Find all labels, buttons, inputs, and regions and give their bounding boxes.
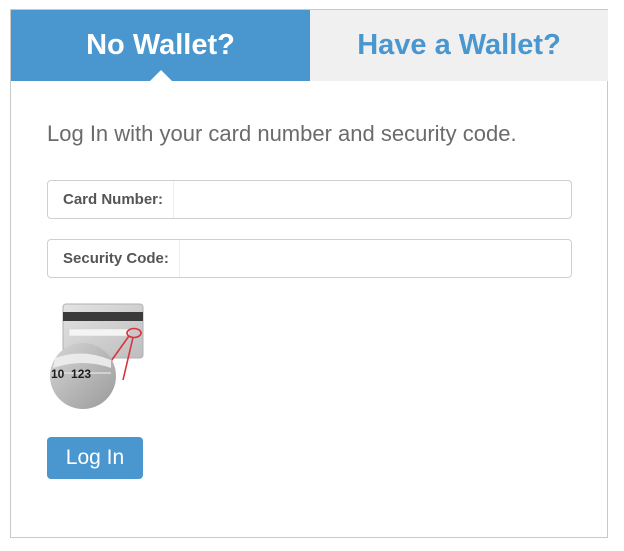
tab-have-wallet-label: Have a Wallet? — [357, 29, 561, 61]
wallet-tabs: No Wallet? Have a Wallet? — [11, 10, 608, 82]
card-number-label: Card Number: — [48, 181, 175, 218]
tab-no-wallet[interactable]: No Wallet? — [11, 10, 310, 82]
login-instructions: Log In with your card number and securit… — [47, 121, 517, 146]
card-number-input[interactable] — [174, 181, 571, 218]
security-code-input[interactable] — [179, 240, 571, 277]
login-panel: No Wallet? Have a Wallet? Log In with yo… — [10, 9, 608, 538]
security-code-label: Security Code: — [48, 240, 180, 277]
tab-no-wallet-label: No Wallet? — [86, 29, 235, 61]
card-number-field: Card Number: — [47, 180, 572, 219]
card-security-code-icon: 10 123 — [49, 302, 145, 410]
active-tab-notch — [148, 70, 173, 82]
login-button[interactable]: Log In — [47, 437, 143, 479]
tab-have-wallet[interactable]: Have a Wallet? — [310, 10, 608, 81]
security-code-field: Security Code: — [47, 239, 572, 278]
card-number-sample: 10 123 — [51, 367, 92, 381]
